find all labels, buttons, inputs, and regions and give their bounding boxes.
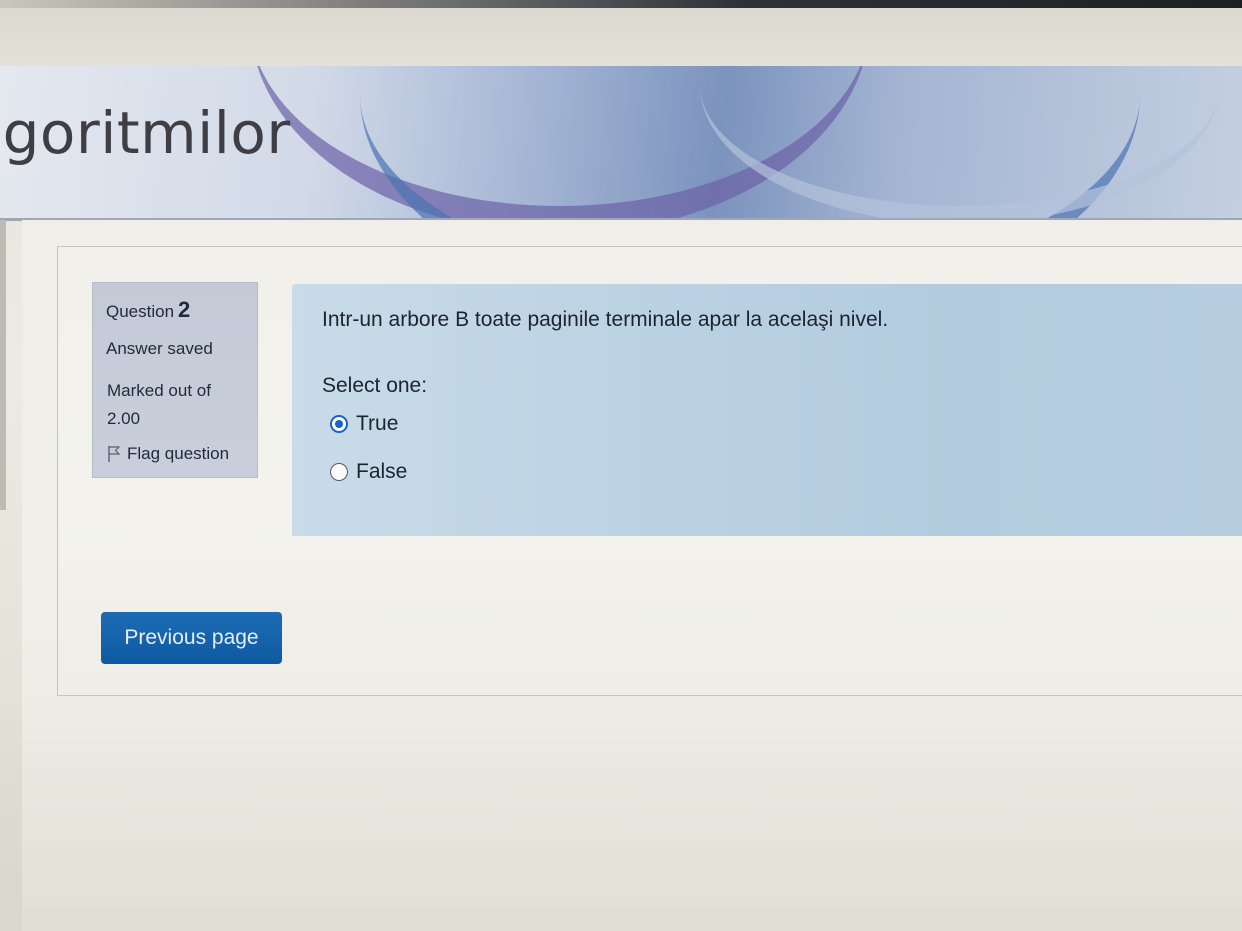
answer-option-label: False xyxy=(356,460,408,483)
left-sidebar-edge xyxy=(0,220,6,510)
screen-top-edge xyxy=(0,0,1242,8)
question-number-value: 2 xyxy=(178,297,191,322)
answer-option-label: True xyxy=(356,412,399,435)
question-number-label: Question xyxy=(106,302,175,321)
question-grade: Marked out of 2.00 xyxy=(107,377,211,433)
answer-option-true[interactable]: True xyxy=(330,412,398,436)
answer-option-false[interactable]: False xyxy=(330,460,407,484)
grade-label: Marked out of xyxy=(107,381,211,400)
question-info-panel: Question 2 Answer saved Marked out of 2.0… xyxy=(92,282,258,478)
flag-question-label: Flag question xyxy=(127,444,230,463)
answer-prompt: Select one: xyxy=(322,374,428,397)
question-text: Intr-un arbore B toate paginile terminal… xyxy=(322,308,889,331)
flag-question-toggle[interactable]: Flag question xyxy=(107,444,229,464)
page-top-band xyxy=(0,8,1242,68)
previous-page-button[interactable]: Previous page xyxy=(101,612,282,664)
flag-icon xyxy=(107,445,121,463)
grade-value: 2.00 xyxy=(107,409,141,428)
question-content: Intr-un arbore B toate paginile terminal… xyxy=(292,284,1242,536)
question-state: Answer saved xyxy=(106,339,213,358)
question-number: Question 2 xyxy=(106,297,190,323)
radio-true-selected[interactable] xyxy=(330,415,348,433)
radio-false[interactable] xyxy=(330,463,348,481)
course-title: lgoritmilor xyxy=(0,99,291,167)
